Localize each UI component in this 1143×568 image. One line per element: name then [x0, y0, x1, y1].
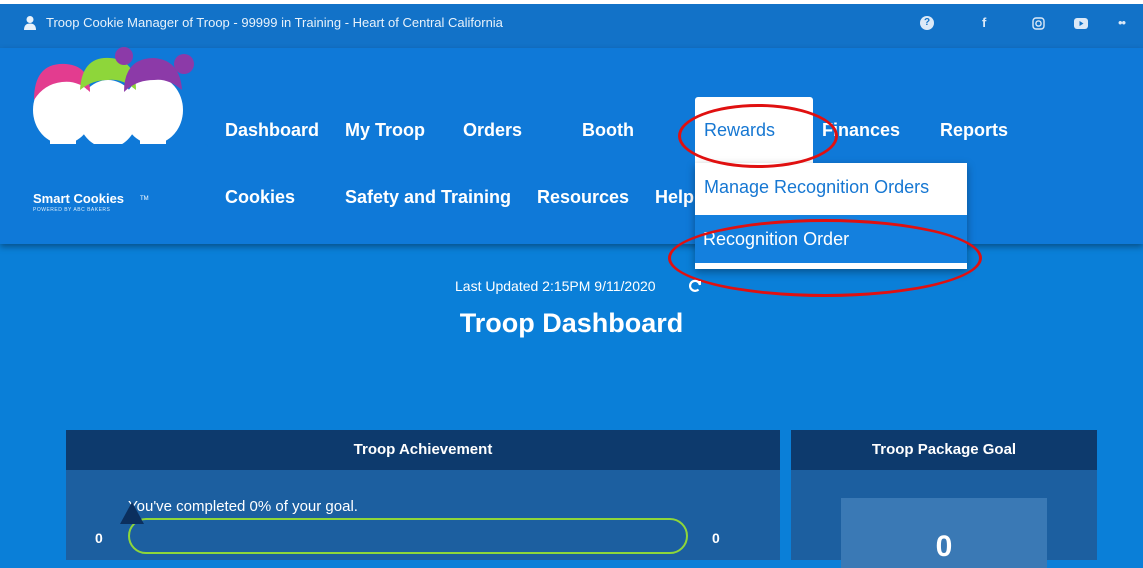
nav-my-troop[interactable]: My Troop — [345, 120, 425, 141]
logo-brand-text: Smart Cookies — [33, 191, 125, 206]
achievement-max: 0 — [712, 530, 720, 546]
achievement-message: You've completed 0% of your goal. — [128, 498, 358, 515]
youtube-icon[interactable] — [1074, 18, 1088, 29]
achievement-min: 0 — [95, 530, 103, 546]
highlight-ring-rewards — [678, 104, 838, 168]
nav-help[interactable]: Help — [655, 187, 694, 208]
nav-reports[interactable]: Reports — [940, 120, 1008, 141]
last-updated: Last Updated 2:15PM 9/11/2020 — [455, 278, 656, 294]
nav-cookies[interactable]: Cookies — [225, 187, 295, 208]
instagram-icon[interactable] — [1032, 17, 1045, 30]
logo-tagline: POWERED BY ABC BAKERS — [33, 207, 111, 213]
package-goal-box: 0 — [841, 498, 1047, 568]
highlight-ring-recognition-order — [668, 219, 982, 297]
nav-booth[interactable]: Booth — [582, 120, 634, 141]
help-icon[interactable]: ? — [920, 16, 934, 30]
nav-orders[interactable]: Orders — [463, 120, 522, 141]
troop-achievement-title: Troop Achievement — [66, 430, 780, 470]
account-title: Troop Cookie Manager of Troop - 99999 in… — [46, 15, 503, 30]
troop-achievement-card: Troop Achievement You've completed 0% of… — [66, 430, 780, 560]
refresh-icon[interactable] — [688, 279, 702, 293]
nav-safety-training[interactable]: Safety and Training — [345, 187, 511, 208]
package-goal-title: Troop Package Goal — [791, 430, 1097, 470]
nav-resources[interactable]: Resources — [537, 187, 629, 208]
facebook-icon[interactable]: f — [982, 14, 986, 32]
more-icon[interactable]: •• — [1118, 14, 1126, 32]
nav-dashboard[interactable]: Dashboard — [225, 120, 319, 141]
progress-marker-icon — [120, 502, 144, 524]
page-title: Troop Dashboard — [459, 308, 684, 338]
troop-package-goal-card: Troop Package Goal 0 — [791, 430, 1097, 568]
logo-tm: TM — [140, 196, 149, 202]
achievement-progress-bar — [128, 518, 688, 554]
user-icon[interactable] — [24, 15, 36, 31]
menu-manage-recognition-orders[interactable]: Manage Recognition Orders — [704, 177, 929, 198]
package-goal-value: 0 — [935, 530, 953, 563]
smart-cookies-logo[interactable] — [28, 32, 208, 172]
